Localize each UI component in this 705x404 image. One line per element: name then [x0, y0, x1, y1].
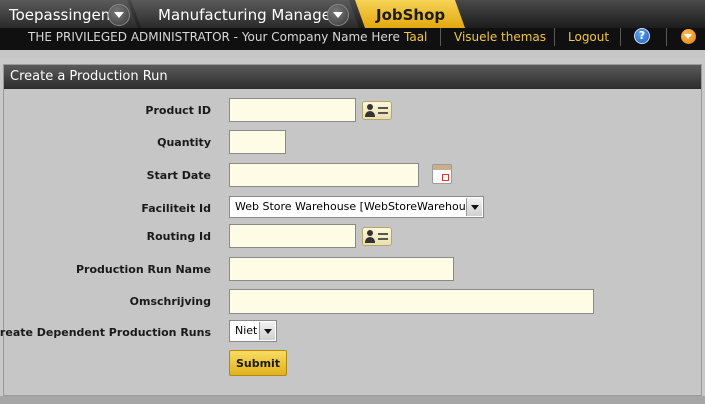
user-bar: THE PRIVILEGED ADMINISTRATOR - Your Comp… [0, 28, 705, 50]
chevron-down-icon[interactable] [327, 4, 349, 26]
breadcrumb: Toepassingen Manufacturing Manager JobSh… [0, 0, 705, 28]
production-run-panel: Create a Production Run Product ID Quant… [0, 64, 702, 396]
separator [0, 50, 705, 58]
dependent-runs-select[interactable]: Niet [229, 320, 277, 342]
panel-header: Create a Production Run [4, 65, 701, 89]
quantity-label: Quantity [157, 136, 211, 149]
footer-bar [0, 396, 705, 404]
contact-card-icon[interactable] [362, 101, 392, 120]
dependent-runs-label: Create Dependent Production Runs [0, 326, 211, 339]
contact-card-icon[interactable] [362, 227, 392, 246]
product-id-label: Product ID [145, 104, 211, 117]
run-name-label: Production Run Name [75, 263, 211, 276]
breadcrumb-label: Toepassingen [9, 6, 111, 24]
dependent-runs-value: Niet [235, 324, 258, 337]
breadcrumb-label: Manufacturing Manager [158, 6, 338, 24]
start-date-input[interactable] [229, 163, 419, 187]
user-name: THE PRIVILEGED ADMINISTRATOR - Your Comp… [28, 30, 400, 44]
visual-themes-link[interactable]: Visuele themas [454, 29, 546, 45]
breadcrumb-label: JobShop [376, 6, 446, 24]
divider [666, 28, 667, 46]
run-name-input[interactable] [229, 257, 454, 281]
routing-id-input[interactable] [229, 224, 356, 248]
breadcrumb-item-jobshop[interactable]: JobShop [355, 0, 465, 28]
facility-label: Faciliteit Id [141, 202, 211, 215]
divider [554, 28, 555, 46]
language-link[interactable]: Taal [404, 29, 427, 45]
quantity-input[interactable] [229, 130, 286, 154]
description-input[interactable] [229, 289, 594, 314]
chevron-down-icon[interactable] [466, 198, 482, 216]
description-label: Omschrijving [129, 295, 211, 308]
menu-dropdown-icon[interactable] [681, 29, 696, 44]
panel-title: Create a Production Run [10, 69, 168, 84]
chevron-down-icon[interactable] [108, 4, 130, 26]
facility-value: Web Store Warehouse [WebStoreWarehouse] [235, 200, 483, 213]
product-id-input[interactable] [229, 98, 356, 122]
logout-link[interactable]: Logout [568, 29, 609, 45]
help-icon[interactable]: ? [634, 28, 650, 44]
submit-button[interactable]: Submit [229, 350, 287, 376]
chevron-down-icon[interactable] [259, 322, 275, 340]
routing-id-label: Routing Id [146, 230, 211, 243]
breadcrumb-item-manufacturing-manager[interactable]: Manufacturing Manager [131, 0, 359, 28]
calendar-icon[interactable] [432, 164, 452, 184]
start-date-label: Start Date [146, 169, 211, 182]
divider [440, 28, 441, 46]
facility-select[interactable]: Web Store Warehouse [WebStoreWarehouse] [229, 196, 484, 218]
divider [620, 28, 621, 46]
breadcrumb-item-toepassingen[interactable]: Toepassingen [0, 0, 138, 28]
